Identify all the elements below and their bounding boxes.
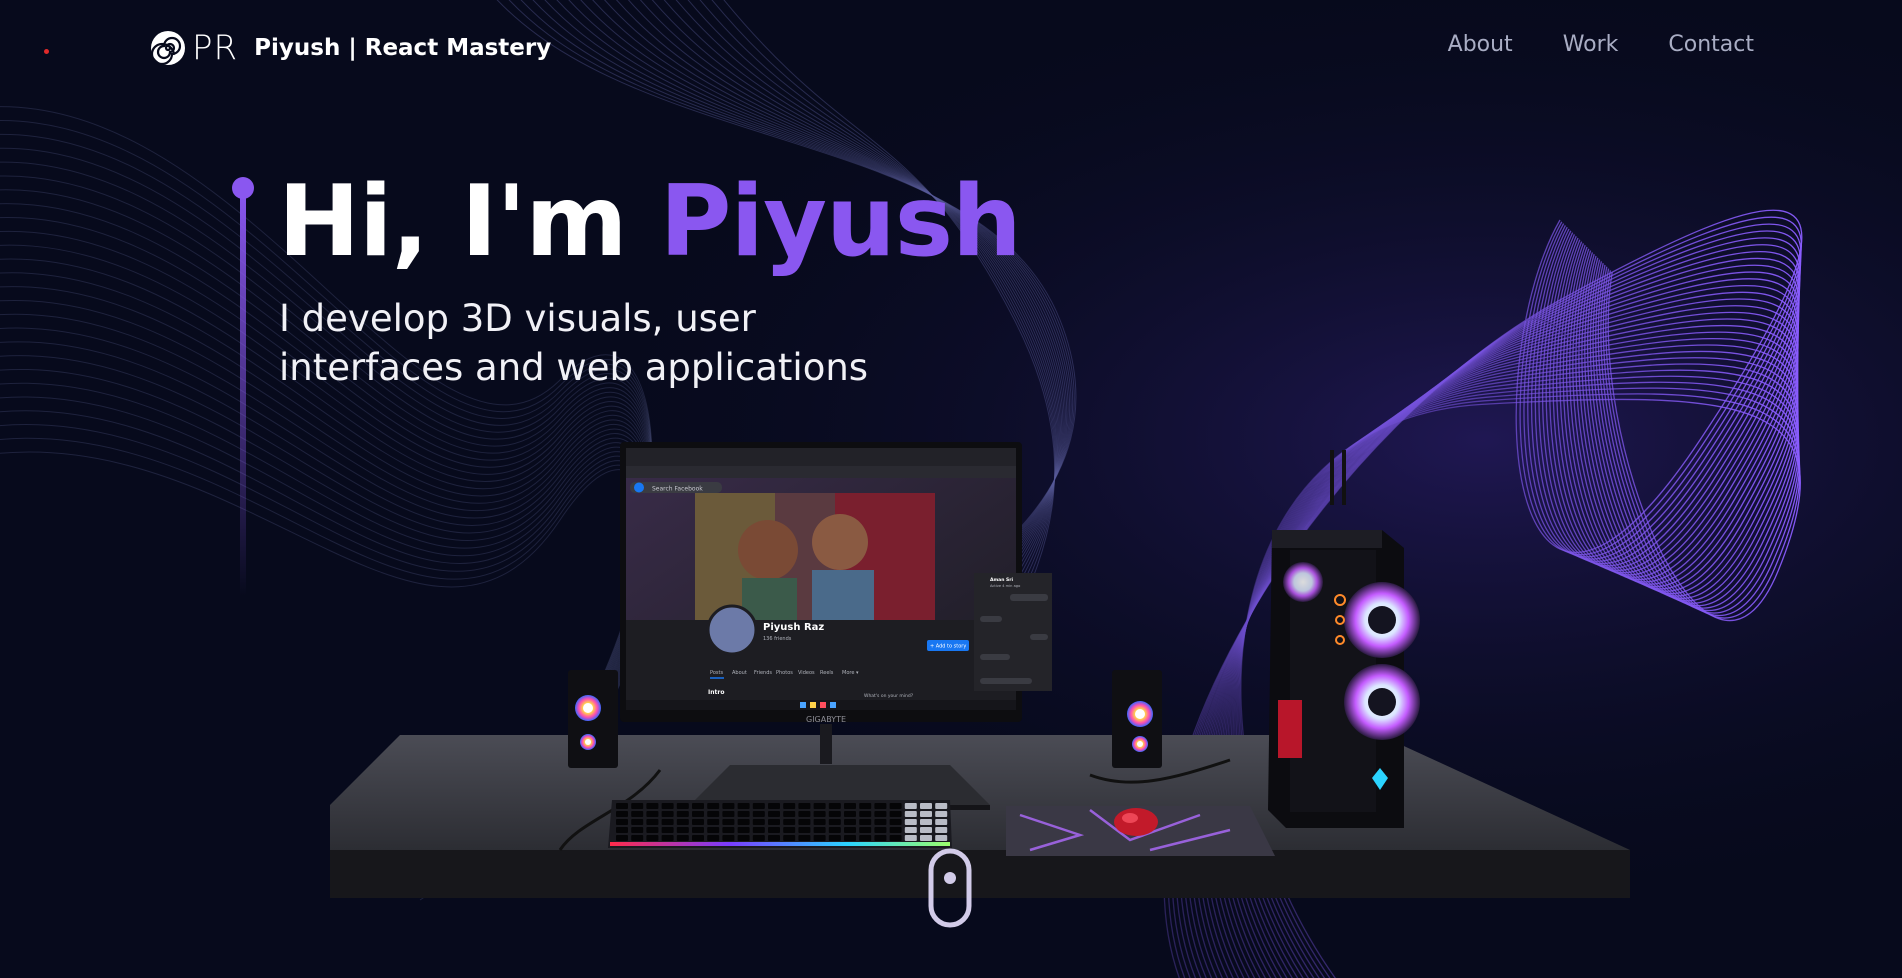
fb-friends: 136 friends xyxy=(763,636,792,642)
desk-front xyxy=(330,850,1630,898)
logo-name: Piyush | React Mastery xyxy=(254,35,552,61)
pc-tower xyxy=(1268,450,1420,828)
fb-add-story: + Add to story xyxy=(930,644,966,650)
nav-work-link[interactable]: Work xyxy=(1563,32,1619,57)
messenger-chat xyxy=(974,573,1052,691)
hero-accent-line xyxy=(232,177,254,596)
site-logo[interactable]: PR Piyush | React Mastery xyxy=(150,28,551,68)
hero-subtitle-line2: interfaces and web applications xyxy=(279,346,869,389)
fb-chat-name: Aman Sri xyxy=(990,577,1013,583)
monitor-stand xyxy=(690,765,990,805)
hero-subtitle: I develop 3D visuals, user interfaces and… xyxy=(279,294,979,392)
fb-chat-status: Active 4 min ago xyxy=(990,584,1020,588)
fb-tab: More ▾ xyxy=(842,670,859,676)
monitor-brand: GIGABYTE xyxy=(806,715,846,724)
mouse-scroll-icon[interactable] xyxy=(928,848,972,928)
desk-top xyxy=(330,735,1630,850)
spiral-logo-icon xyxy=(150,31,185,66)
rgb-keyboard xyxy=(608,800,952,848)
fb-tab: Friends xyxy=(754,670,772,676)
fb-search: Search Facebook xyxy=(652,486,703,493)
fb-tab: Photos xyxy=(776,670,793,676)
hero-greeting: Hi, I'm xyxy=(278,165,660,279)
desk-setup-3d-scene: Search Facebook Piyush Raz 136 friends +… xyxy=(330,442,1630,898)
fb-tab: Videos xyxy=(798,670,815,676)
gaming-mouse xyxy=(1114,808,1158,836)
fb-tab: Posts xyxy=(710,670,723,676)
nav-contact-link[interactable]: Contact xyxy=(1668,32,1754,57)
left-speaker xyxy=(568,670,618,768)
fb-post-prompt: What's on your mind? xyxy=(864,693,914,699)
fb-profile-name: Piyush Raz xyxy=(763,622,824,633)
hero-heading: Hi, I'm Piyush xyxy=(278,162,1022,282)
cursor-dot xyxy=(44,49,49,54)
nav-about-link[interactable]: About xyxy=(1448,32,1513,57)
logo-initials: PR xyxy=(192,28,239,68)
profile-avatar xyxy=(706,604,758,656)
hero-name: Piyush xyxy=(659,165,1022,279)
fb-intro: Intro xyxy=(708,689,724,696)
fb-tab: Reels xyxy=(820,670,834,676)
nav-links: About Work Contact xyxy=(1448,32,1754,57)
right-speaker xyxy=(1112,670,1162,768)
hero-subtitle-line1: I develop 3D visuals, user xyxy=(279,297,756,340)
fb-tab: About xyxy=(732,670,747,676)
top-navigation: PR Piyush | React Mastery About Work Con… xyxy=(0,0,1902,96)
